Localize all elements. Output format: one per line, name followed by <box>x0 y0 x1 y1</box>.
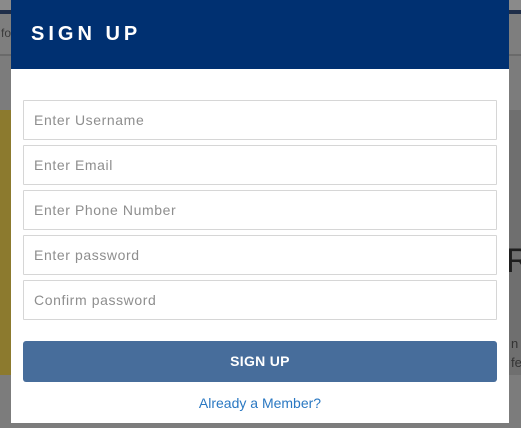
phone-input[interactable] <box>23 190 497 230</box>
background-hero-text-line: fe <box>511 355 521 370</box>
password-input[interactable] <box>23 235 497 275</box>
signup-button[interactable]: SIGN UP <box>23 341 497 382</box>
background-search-text: fo <box>1 26 12 40</box>
username-input[interactable] <box>23 100 497 140</box>
signup-modal: SIGN UP SIGN UP Already a Member? <box>11 0 509 423</box>
email-input[interactable] <box>23 145 497 185</box>
confirm-password-input[interactable] <box>23 280 497 320</box>
background-hero-text: n fe <box>511 334 521 372</box>
background-hero-text-line: n <box>511 336 519 351</box>
already-member-link[interactable]: Already a Member? <box>11 395 509 411</box>
modal-header: SIGN UP <box>11 0 509 69</box>
modal-title: SIGN UP <box>31 23 142 45</box>
